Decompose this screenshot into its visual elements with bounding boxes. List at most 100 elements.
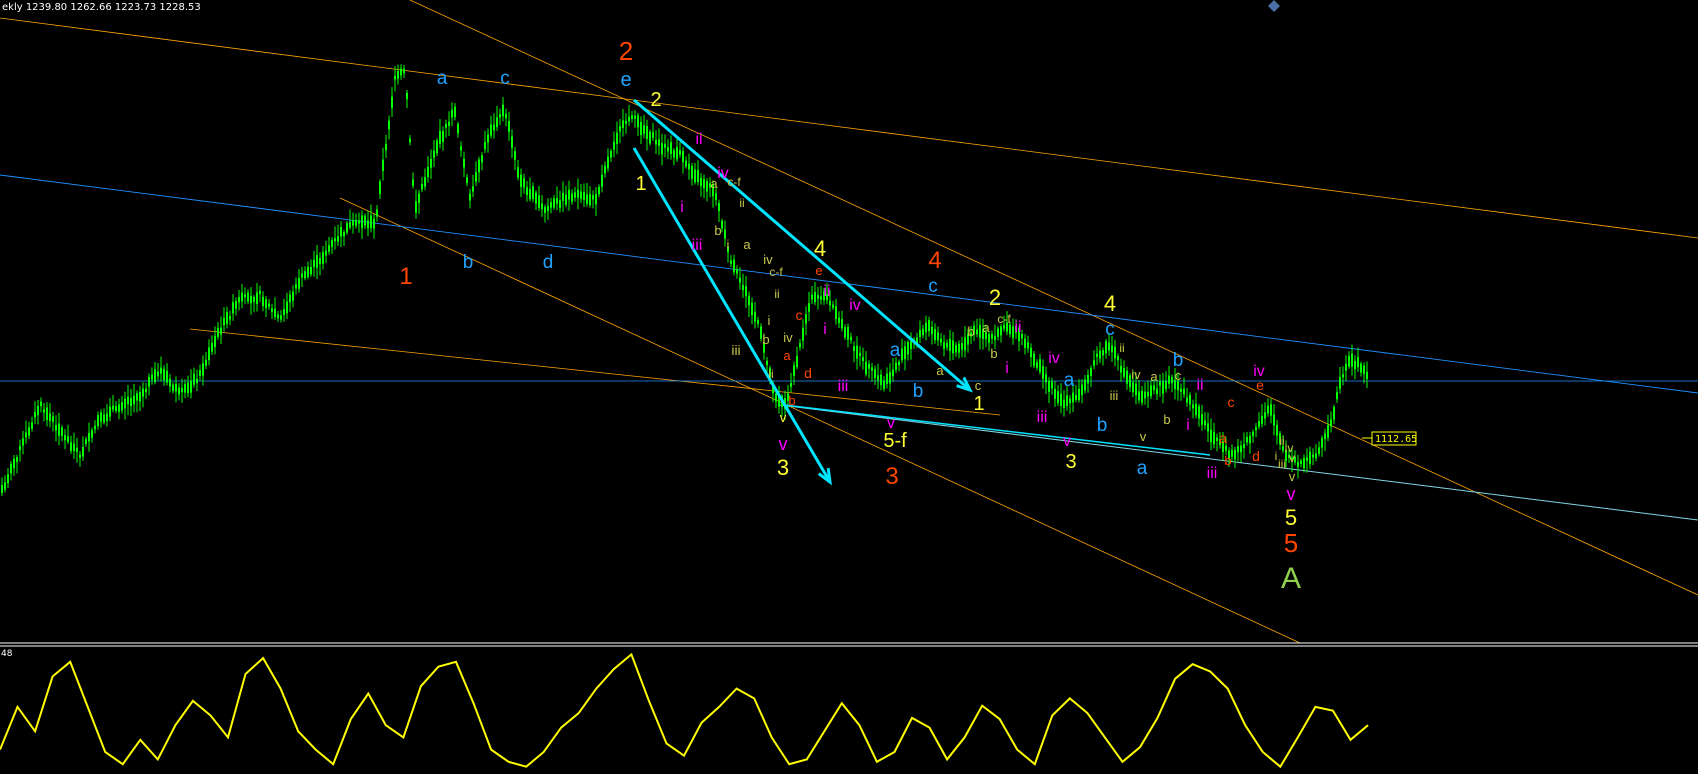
candle-body xyxy=(589,194,591,206)
price-chart: 12e2a cb d1iiiiiiivc-fiiabi aivc-fiiiiiib iv… xyxy=(0,0,1698,774)
candle-body xyxy=(565,194,567,205)
candle-body xyxy=(1210,429,1212,443)
candle-body xyxy=(340,227,342,237)
candle-body xyxy=(628,116,630,122)
candle-body xyxy=(631,115,633,119)
candle-body xyxy=(1192,404,1194,409)
candle-body xyxy=(184,384,186,393)
wave-label: i xyxy=(1005,360,1009,377)
candle-body xyxy=(217,327,219,337)
wave-label: 3 xyxy=(885,463,898,490)
candle-body xyxy=(304,271,306,279)
candle-body xyxy=(751,302,753,316)
wave-label: i xyxy=(727,237,730,252)
candle-body xyxy=(808,303,810,312)
candle-body xyxy=(106,413,108,422)
candle-body xyxy=(286,301,288,314)
candle-body xyxy=(277,314,279,319)
candle-body xyxy=(265,299,267,309)
wave-label: e xyxy=(1256,377,1264,393)
wave-label: ii xyxy=(823,283,830,300)
candle-body xyxy=(658,139,660,146)
candle-body xyxy=(907,342,909,355)
candle-body xyxy=(1099,350,1101,359)
candle-body xyxy=(559,200,561,208)
candle-body xyxy=(586,194,588,204)
candle-body xyxy=(859,352,861,357)
candle-body xyxy=(67,436,69,442)
candle-body xyxy=(235,301,237,309)
candle-body xyxy=(1120,365,1122,373)
wave-label: ii xyxy=(1196,377,1203,394)
candle-body xyxy=(676,147,678,160)
candle-body xyxy=(211,343,213,352)
candle-body xyxy=(1132,382,1134,393)
candle-body xyxy=(814,292,816,303)
candle-body xyxy=(94,425,96,430)
wave-label: 1 xyxy=(973,393,984,415)
candle-body xyxy=(643,125,645,134)
candle-body xyxy=(1249,435,1251,444)
candle-body xyxy=(1363,365,1365,375)
candle-body xyxy=(394,75,396,80)
candle-body xyxy=(997,328,999,337)
candle-body xyxy=(1141,390,1143,403)
candle-body xyxy=(163,368,165,381)
candle-body xyxy=(862,357,864,362)
candle-body xyxy=(1255,427,1257,431)
candle-body xyxy=(736,269,738,274)
candle-body xyxy=(1,485,3,493)
candle-body xyxy=(400,68,402,76)
wave-label: b xyxy=(1163,412,1170,427)
candle-body xyxy=(1360,363,1362,373)
candle-body xyxy=(247,292,249,302)
wave-label: d xyxy=(543,252,554,273)
candle-body xyxy=(616,132,618,145)
candle-body xyxy=(673,150,675,158)
wave-label: b xyxy=(788,393,795,408)
wave-label: 4 xyxy=(1104,291,1116,316)
candle-body xyxy=(424,177,426,187)
candle-body xyxy=(502,104,504,117)
candle-body xyxy=(1354,360,1356,370)
candle-body xyxy=(1213,431,1215,445)
candle-body xyxy=(292,291,294,301)
candle-body xyxy=(421,184,423,190)
candle-body xyxy=(604,165,606,174)
wave-label: v xyxy=(780,410,787,425)
candle-body xyxy=(34,411,36,418)
candle-body xyxy=(322,252,324,264)
candle-body xyxy=(40,401,42,406)
candle-body xyxy=(409,138,411,143)
candle-body xyxy=(367,220,369,229)
candle-body xyxy=(886,373,888,384)
candle-body xyxy=(295,284,297,289)
candle-body xyxy=(901,348,903,361)
candle-body xyxy=(1318,447,1320,454)
candle-body xyxy=(847,327,849,340)
candle-body xyxy=(1264,412,1266,419)
candle-body xyxy=(430,158,432,168)
wave-label: ii xyxy=(768,367,773,381)
candle-body xyxy=(775,393,777,402)
candle-body xyxy=(223,317,225,326)
candle-body xyxy=(655,139,657,145)
indicator-header: 48 xyxy=(1,649,13,659)
candle-body xyxy=(547,205,549,212)
candle-body xyxy=(976,329,978,335)
candle-body xyxy=(955,345,957,353)
candle-body xyxy=(352,220,354,226)
candle-body xyxy=(478,159,480,173)
wave-label: c-f xyxy=(727,175,741,189)
candle-body xyxy=(931,326,933,335)
candle-body xyxy=(739,277,741,283)
candle-body xyxy=(1045,374,1047,383)
candle-body xyxy=(76,447,78,452)
candle-body xyxy=(1102,350,1104,356)
candle-body xyxy=(283,309,285,316)
candle-body xyxy=(871,367,873,371)
candle-body xyxy=(187,382,189,393)
candle-body xyxy=(1225,445,1227,451)
candle-body xyxy=(256,292,258,304)
candle-body xyxy=(169,378,171,387)
